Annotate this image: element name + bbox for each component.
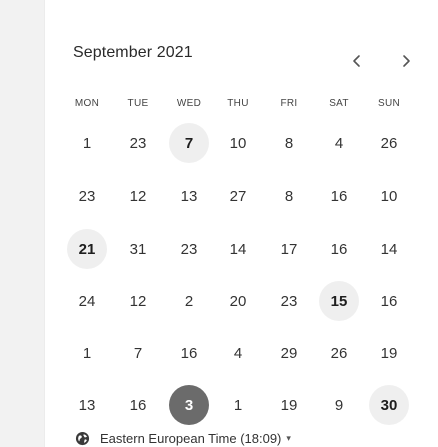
day-cell[interactable]: 16 (369, 281, 409, 321)
chevron-down-icon: ▾ (286, 432, 291, 443)
day-cell[interactable]: 4 (319, 123, 359, 163)
day-cell[interactable]: 16 (118, 385, 158, 425)
day-cell[interactable]: 17 (269, 229, 309, 269)
day-cell[interactable]: 23 (169, 229, 209, 269)
day-cell[interactable]: 13 (67, 385, 107, 425)
day-cell[interactable]: 1 (67, 123, 107, 163)
chevron-right-icon (397, 50, 415, 72)
day-cell[interactable]: 23 (118, 123, 158, 163)
day-cell[interactable]: 27 (218, 176, 258, 216)
next-month-button[interactable] (397, 50, 415, 72)
selected-day-cell[interactable]: 3 (169, 385, 209, 425)
day-cell[interactable]: 19 (369, 333, 409, 373)
day-cell[interactable]: 1 (67, 333, 107, 373)
chevron-left-icon (348, 50, 366, 72)
day-cell[interactable]: 10 (369, 176, 409, 216)
day-cell[interactable]: 4 (218, 333, 258, 373)
day-cell[interactable]: 14 (218, 229, 258, 269)
day-cell[interactable]: 31 (118, 229, 158, 269)
calendar-card: September 2021 MON TUE WED THU FRI SAT SUN 1 23… (44, 0, 438, 447)
day-cell[interactable]: 13 (169, 176, 209, 216)
day-cell[interactable]: 14 (369, 229, 409, 269)
day-cell[interactable]: 26 (369, 123, 409, 163)
weekday-fri: FRI (280, 98, 298, 109)
month-title: September 2021 (73, 44, 193, 61)
day-cell[interactable]: 24 (67, 281, 107, 321)
day-cell[interactable]: 23 (67, 176, 107, 216)
available-day-cell[interactable]: 7 (169, 123, 209, 163)
day-cell[interactable]: 23 (269, 281, 309, 321)
day-cell[interactable]: 7 (118, 333, 158, 373)
day-cell[interactable]: 16 (319, 176, 359, 216)
weekday-wed: WED (176, 98, 202, 109)
weekday-sun: SUN (377, 98, 400, 109)
day-cell[interactable]: 8 (269, 176, 309, 216)
globe-icon (75, 431, 90, 446)
weekday-tue: TUE (127, 98, 149, 109)
available-day-cell[interactable]: 30 (369, 385, 409, 425)
timezone-selector[interactable]: Eastern European Time (18:09) ▾ (75, 429, 291, 447)
day-cell[interactable]: 20 (218, 281, 258, 321)
day-cell[interactable]: 16 (319, 229, 359, 269)
day-cell[interactable]: 12 (118, 176, 158, 216)
day-cell[interactable]: 29 (269, 333, 309, 373)
timezone-label: Eastern European Time (18:09) (100, 430, 282, 446)
available-day-cell[interactable]: 21 (67, 229, 107, 269)
day-cell[interactable]: 16 (169, 333, 209, 373)
day-cell[interactable]: 12 (118, 281, 158, 321)
day-cell[interactable]: 19 (269, 385, 309, 425)
day-cell[interactable]: 8 (269, 123, 309, 163)
day-cell[interactable]: 9 (319, 385, 359, 425)
day-cell[interactable]: 1 (218, 385, 258, 425)
day-cell[interactable]: 2 (169, 281, 209, 321)
weekday-thu: THU (227, 98, 249, 109)
weekday-sat: SAT (329, 98, 349, 109)
prev-month-button[interactable] (348, 50, 366, 72)
day-cell[interactable]: 10 (218, 123, 258, 163)
available-day-cell[interactable]: 15 (319, 281, 359, 321)
weekday-mon: MON (74, 98, 100, 109)
day-cell[interactable]: 26 (319, 333, 359, 373)
